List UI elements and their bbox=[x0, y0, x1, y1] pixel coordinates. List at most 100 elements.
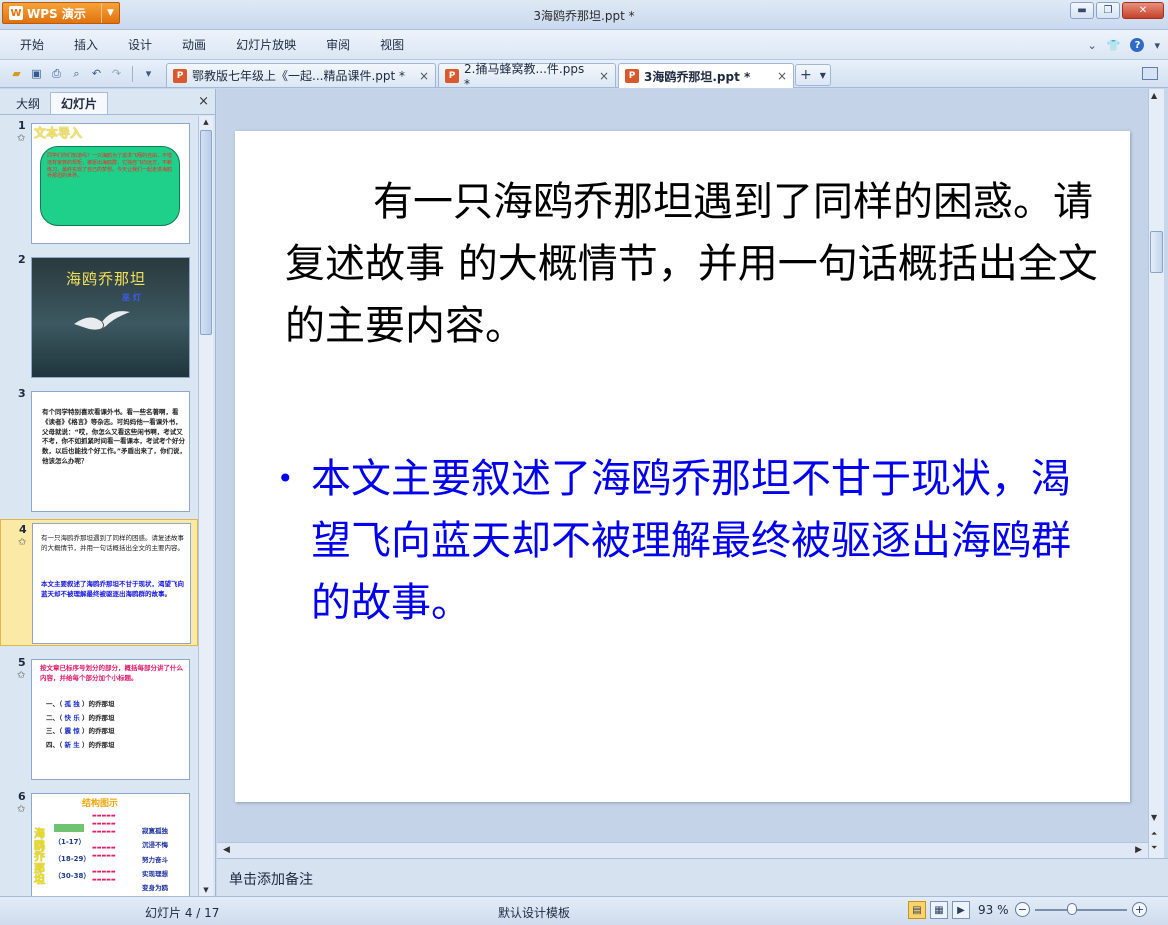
menu-home[interactable]: 开始 bbox=[0, 30, 59, 59]
thumb-bullet-text: 本文主要叙述了海鸥乔那坦不甘于现状，渴望飞向蓝天却不被理解最终被驱逐出海鸥群的故… bbox=[41, 580, 184, 598]
slide-thumbnail-3[interactable]: 有个同学特别喜欢看课外书。看一些名著啊，看《读者》《格言》等杂志。可妈妈他一看课… bbox=[31, 391, 190, 512]
thumbnail-item-selected[interactable]: 4 ✩ 有一只海鸥乔那坦遇到了同样的困惑。请复述故事 的大概情节，并用一句话概括… bbox=[0, 519, 198, 646]
slide-thumbnail-1[interactable]: 文本导入 同学们你们知道吗？一只海鸥为了追求飞翔的自由，不惜违背家族的规矩，被逐… bbox=[31, 123, 190, 244]
open-folder-icon[interactable]: ▰ bbox=[8, 65, 25, 82]
menu-slideshow[interactable]: 幻灯片放映 bbox=[221, 30, 311, 59]
scroll-thumb[interactable] bbox=[1150, 231, 1163, 273]
zoom-slider-track[interactable] bbox=[1035, 909, 1127, 911]
menu-review[interactable]: 审阅 bbox=[311, 30, 365, 59]
save-icon[interactable]: ▣ bbox=[28, 65, 45, 82]
slide-number: 2 bbox=[18, 253, 26, 266]
view-switcher: ▤ ▦ ▶ bbox=[908, 901, 970, 919]
current-slide[interactable]: 有一只海鸥乔那坦遇到了同样的困惑。请复述故事 的大概情节，并用一句话概括出全文的… bbox=[235, 131, 1130, 802]
window-title: 3海鸥乔那坦.ppt * bbox=[533, 9, 635, 23]
thumb-list-row: 四、（ 新 生 ）的乔那坦 bbox=[46, 740, 115, 749]
slide-number: 3 bbox=[18, 387, 26, 400]
thumbnail-item[interactable]: 2 海鸥乔那坦 巫 灯 bbox=[0, 250, 198, 381]
minimize-button[interactable]: ▬ bbox=[1070, 2, 1094, 19]
redo-icon[interactable]: ↷ bbox=[108, 65, 125, 82]
normal-view-icon[interactable]: ▤ bbox=[908, 901, 926, 919]
thumb-body-text: 有一只海鸥乔那坦遇到了同样的困惑。请复述故事 的大概情节，并用一句话概括出全文的… bbox=[41, 534, 184, 552]
slide-edit-area: 有一只海鸥乔那坦遇到了同样的困惑。请复述故事 的大概情节，并用一句话概括出全文的… bbox=[217, 89, 1148, 858]
scroll-thumb[interactable] bbox=[200, 130, 212, 335]
slide-sorter-view-icon[interactable]: ▦ bbox=[930, 901, 948, 919]
scroll-right-icon[interactable]: ▶ bbox=[1135, 845, 1142, 855]
theme-name[interactable]: 默认设计模板 bbox=[498, 904, 570, 921]
collapse-ribbon-icon[interactable]: ⌄ bbox=[1088, 39, 1097, 52]
slide-thumbnail-5[interactable]: 按文章已标序号划分的部分，概括每部分讲了什么内容，并给每个部分加个小标题。 一、… bbox=[31, 659, 190, 780]
notes-placeholder[interactable]: 单击添加备注 bbox=[229, 872, 313, 888]
slide-thumbnail-4[interactable]: 有一只海鸥乔那坦遇到了同样的困惑。请复述故事 的大概情节，并用一句话概括出全文的… bbox=[32, 523, 191, 644]
menu-bar: 开始 插入 设计 动画 幻灯片放映 审阅 视图 ⌄ 👕 ? ▾ bbox=[0, 30, 1168, 60]
close-tab-icon[interactable]: × bbox=[777, 69, 787, 83]
ppt-file-icon: P bbox=[173, 68, 187, 83]
thumb-ranges: （1-17） （18-29） （30-38） bbox=[54, 822, 90, 884]
thumbnail-item[interactable]: 1 ✩ 文本导入 同学们你们知道吗？一只海鸥为了追求飞翔的自由，不惜违背家族的规… bbox=[0, 116, 198, 247]
notes-pane[interactable]: 单击添加备注 bbox=[217, 858, 1168, 896]
help-dropdown-icon[interactable]: ▾ bbox=[1154, 39, 1160, 52]
window-controls: ▬ ❐ ✕ bbox=[1070, 2, 1164, 19]
animation-star-icon: ✩ bbox=[17, 804, 26, 815]
thumbnail-item[interactable]: 5 ✩ 按文章已标序号划分的部分，概括每部分讲了什么内容，并给每个部分加个小标题… bbox=[0, 653, 198, 784]
document-tab-bar: ▰ ▣ ⎙ ⌕ ↶ ↷ ▾ P 鄂教版七年级上《一起...精品课件.ppt * … bbox=[0, 60, 1168, 91]
doc-tab-label: 2.捅马蜂窝教...件.pps * bbox=[464, 62, 585, 91]
slideshow-view-icon[interactable]: ▶ bbox=[952, 901, 970, 919]
scroll-up-icon[interactable]: ▲ bbox=[199, 116, 213, 128]
undo-icon[interactable]: ↶ bbox=[88, 65, 105, 82]
tab-slides[interactable]: 幻灯片 bbox=[50, 92, 109, 114]
bullet-text[interactable]: 本文主要叙述了海鸥乔那坦不甘于现状，渴望飞向蓝天却不被理解最终被驱逐出海鸥群的故… bbox=[311, 448, 1077, 634]
zoom-slider-knob[interactable] bbox=[1066, 903, 1077, 915]
status-bar: 幻灯片 4 / 17 默认设计模板 ▤ ▦ ▶ 93 % − + bbox=[0, 896, 1168, 925]
scroll-up-icon[interactable]: ▲ bbox=[1151, 91, 1157, 100]
thumb-list: 一、（ 孤 独 ）的乔那坦 二、（ 快 乐 ）的乔那坦 三、（ 震 惊 ）的乔那… bbox=[46, 698, 186, 753]
animation-star-icon: ✩ bbox=[17, 133, 26, 144]
close-window-button[interactable]: ✕ bbox=[1122, 2, 1164, 19]
zoom-in-icon[interactable]: + bbox=[1132, 902, 1147, 917]
menu-design[interactable]: 设计 bbox=[113, 30, 167, 59]
thumbnail-scrollbar[interactable]: ▲ ▼ bbox=[198, 116, 213, 896]
doc-tab-1[interactable]: P 鄂教版七年级上《一起...精品课件.ppt * × bbox=[166, 63, 436, 87]
new-tab-button[interactable]: + ▼ bbox=[795, 64, 831, 86]
scroll-down-icon[interactable]: ▼ bbox=[1151, 813, 1157, 822]
animation-star-icon: ✩ bbox=[18, 537, 27, 548]
doc-tab-2[interactable]: P 2.捅马蜂窝教...件.pps * × bbox=[438, 62, 616, 91]
slide-thumbnail-6[interactable]: 结构图示 海鸥乔那坦 （1-17） （18-29） （30-38） ▬▬▬▬▬ ▬… bbox=[31, 793, 190, 896]
title-bar: W WPS 演示 ▼ 3海鸥乔那坦.ppt * ▬ ❐ ✕ bbox=[0, 0, 1168, 30]
previous-slide-icon[interactable]: ⏶ bbox=[1151, 829, 1157, 839]
tab-list-icon[interactable] bbox=[1142, 67, 1158, 80]
zoom-out-icon[interactable]: − bbox=[1015, 902, 1030, 917]
help-icon[interactable]: ? bbox=[1130, 38, 1145, 52]
zoom-level[interactable]: 93 % bbox=[978, 903, 1009, 917]
thumbnail-item[interactable]: 6 ✩ 结构图示 海鸥乔那坦 （1-17） （18-29） （30-38） ▬▬… bbox=[0, 787, 198, 896]
close-tab-icon[interactable]: × bbox=[599, 69, 609, 83]
thumb-title: 文本导入 bbox=[34, 126, 83, 140]
slide-horizontal-scrollbar[interactable]: ◀ ▶ bbox=[217, 842, 1148, 858]
print-preview-icon[interactable]: ⌕ bbox=[68, 65, 85, 82]
slide-bullet-item[interactable]: • 本文主要叙述了海鸥乔那坦不甘于现状，渴望飞向蓝天却不被理解最终被驱逐出海鸥群… bbox=[277, 448, 1077, 634]
scroll-down-icon[interactable]: ▼ bbox=[199, 884, 213, 896]
skin-icon[interactable]: 👕 bbox=[1107, 39, 1121, 52]
menu-insert[interactable]: 插入 bbox=[59, 30, 113, 59]
thumb-side-title: 海鸥乔那坦 bbox=[34, 827, 45, 887]
slide-vertical-scrollbar[interactable]: ▲ ▼ ⏶ ⏷ bbox=[1148, 89, 1164, 858]
customize-toolbar-icon[interactable]: ▾ bbox=[140, 65, 157, 82]
next-slide-icon[interactable]: ⏷ bbox=[1151, 843, 1157, 853]
close-panel-icon[interactable]: × bbox=[198, 94, 209, 109]
panel-tabs: 大纲 幻灯片 × bbox=[0, 89, 215, 115]
doc-tab-3-active[interactable]: P 3海鸥乔那坦.ppt * × bbox=[618, 63, 794, 88]
maximize-button[interactable]: ❐ bbox=[1096, 2, 1120, 19]
tab-outline[interactable]: 大纲 bbox=[6, 92, 50, 114]
thumb-title: 结构图示 bbox=[82, 799, 119, 809]
menu-animation[interactable]: 动画 bbox=[167, 30, 221, 59]
slide-paragraph[interactable]: 有一只海鸥乔那坦遇到了同样的困惑。请复述故事 的大概情节，并用一句话概括出全文的… bbox=[285, 171, 1105, 357]
close-tab-icon[interactable]: × bbox=[419, 69, 429, 83]
scroll-left-icon[interactable]: ◀ bbox=[223, 845, 230, 855]
slide-number: 5 bbox=[18, 656, 26, 669]
slides-panel: 大纲 幻灯片 × 1 ✩ 文本导入 同学们你们知道吗？一只海鸥为了追求飞翔的自由… bbox=[0, 89, 216, 896]
thumbnail-item[interactable]: 3 有个同学特别喜欢看课外书。看一些名著啊，看《读者》《格言》等杂志。可妈妈他一… bbox=[0, 384, 198, 515]
doc-tab-label: 鄂教版七年级上《一起...精品课件.ppt * bbox=[192, 69, 406, 83]
print-icon[interactable]: ⎙ bbox=[48, 65, 65, 82]
slide-thumbnail-2[interactable]: 海鸥乔那坦 巫 灯 bbox=[31, 257, 190, 378]
menu-view[interactable]: 视图 bbox=[365, 30, 419, 59]
plus-icon: + bbox=[800, 67, 812, 83]
